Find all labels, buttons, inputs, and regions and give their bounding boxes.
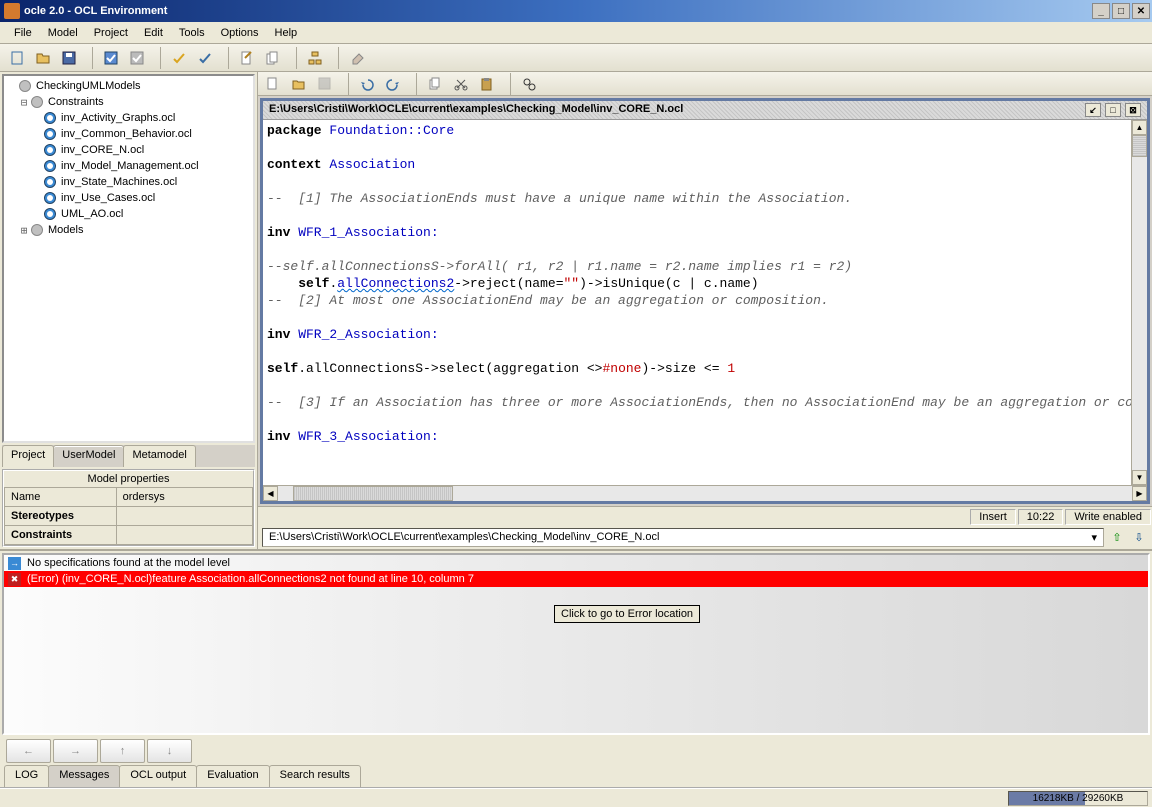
- project-tree[interactable]: CheckingUMLModels ⊟Constraints inv_Activ…: [2, 74, 255, 443]
- nav-down-icon[interactable]: ⇩: [1130, 529, 1148, 547]
- tree-item[interactable]: inv_Use_Cases.ocl: [59, 192, 157, 204]
- menu-file[interactable]: File: [6, 25, 40, 41]
- menu-tools[interactable]: Tools: [171, 25, 213, 41]
- nav-down-icon[interactable]: ↓: [147, 739, 192, 763]
- info-icon: →: [8, 557, 21, 570]
- left-panel: CheckingUMLModels ⊟Constraints inv_Activ…: [0, 72, 258, 549]
- tab-search-results[interactable]: Search results: [269, 765, 361, 787]
- editor-minimize-icon[interactable]: ↙: [1085, 103, 1101, 117]
- prop-key: Name: [5, 488, 117, 507]
- paste-icon[interactable]: [476, 73, 498, 95]
- menu-model[interactable]: Model: [40, 25, 86, 41]
- prop-key: Stereotypes: [5, 507, 117, 526]
- menu-help[interactable]: Help: [267, 25, 306, 41]
- save-file-icon[interactable]: [314, 73, 336, 95]
- app-icon: [4, 3, 20, 19]
- msg-error[interactable]: (Error) (inv_CORE_N.ocl)feature Associat…: [27, 573, 474, 585]
- menu-edit[interactable]: Edit: [136, 25, 171, 41]
- cut-icon[interactable]: [450, 73, 472, 95]
- footer-bar: 16218KB / 29260KB: [0, 787, 1152, 807]
- copy-icon[interactable]: [424, 73, 446, 95]
- validate-blue-icon[interactable]: [194, 47, 216, 69]
- properties-title: Model properties: [4, 471, 253, 487]
- nav-up-icon[interactable]: ⇧: [1108, 529, 1126, 547]
- redo-icon[interactable]: [382, 73, 404, 95]
- nav-back-icon[interactable]: ←: [6, 739, 51, 763]
- edit-doc-icon[interactable]: [236, 47, 258, 69]
- window-titlebar: ocle 2.0 - OCL Environment _ □ ✕: [0, 0, 1152, 22]
- prop-val[interactable]: ordersys: [116, 488, 252, 507]
- status-write: Write enabled: [1065, 509, 1151, 525]
- tree-item[interactable]: inv_Model_Management.ocl: [59, 160, 201, 172]
- editor-close-icon[interactable]: ⊠: [1125, 103, 1141, 117]
- tab-usermodel[interactable]: UserModel: [53, 445, 124, 467]
- error-icon: ✖: [8, 573, 21, 586]
- nav-forward-icon[interactable]: →: [53, 739, 98, 763]
- msg-info[interactable]: No specifications found at the model lev…: [27, 557, 230, 569]
- bottom-panel: → No specifications found at the model l…: [0, 549, 1152, 787]
- check-blue-icon[interactable]: [100, 47, 122, 69]
- tree-item[interactable]: inv_Common_Behavior.ocl: [59, 128, 194, 140]
- right-panel: E:\Users\Cristi\Work\OCLE\current\exampl…: [258, 72, 1152, 549]
- editor-vscroll[interactable]: ▲ ▼: [1131, 120, 1147, 485]
- new-icon[interactable]: [6, 47, 28, 69]
- save-icon[interactable]: [58, 47, 80, 69]
- editor-frame: E:\Users\Cristi\Work\OCLE\current\exampl…: [260, 98, 1150, 504]
- nav-up-icon[interactable]: ↑: [100, 739, 145, 763]
- eraser-icon[interactable]: [346, 47, 368, 69]
- status-pos: 10:22: [1018, 509, 1064, 525]
- minimize-button[interactable]: _: [1092, 3, 1110, 19]
- undo-icon[interactable]: [356, 73, 378, 95]
- error-tooltip: Click to go to Error location: [554, 605, 700, 623]
- tree-item[interactable]: inv_Activity_Graphs.ocl: [59, 112, 177, 124]
- editor-status: Insert 10:22 Write enabled: [258, 506, 1152, 526]
- prop-key: Constraints: [5, 526, 117, 545]
- tree-item[interactable]: inv_CORE_N.ocl: [59, 144, 146, 156]
- tab-ocl-output[interactable]: OCL output: [119, 765, 197, 787]
- menubar: File Model Project Edit Tools Options He…: [0, 22, 1152, 44]
- tree-item[interactable]: inv_State_Machines.ocl: [59, 176, 179, 188]
- open-icon[interactable]: [32, 47, 54, 69]
- editor-maximize-icon[interactable]: □: [1105, 103, 1121, 117]
- maximize-button[interactable]: □: [1112, 3, 1130, 19]
- editor-file-path: E:\Users\Cristi\Work\OCLE\current\exampl…: [269, 103, 683, 117]
- code-editor[interactable]: package Foundation::Core context Associa…: [263, 120, 1147, 485]
- messages-pane[interactable]: → No specifications found at the model l…: [2, 553, 1150, 735]
- tree-models[interactable]: Models: [46, 224, 85, 236]
- validate-yellow-icon[interactable]: [168, 47, 190, 69]
- check-gray-icon[interactable]: [126, 47, 148, 69]
- multi-doc-icon[interactable]: [262, 47, 284, 69]
- main-toolbar: [0, 44, 1152, 72]
- tab-metamodel[interactable]: Metamodel: [123, 445, 195, 467]
- tree-constraints[interactable]: Constraints: [46, 96, 106, 108]
- new-file-icon[interactable]: [262, 73, 284, 95]
- tab-log[interactable]: LOG: [4, 765, 49, 787]
- path-field[interactable]: E:\Users\Cristi\Work\OCLE\current\exampl…: [262, 528, 1104, 547]
- dropdown-icon[interactable]: ▾: [1091, 531, 1097, 544]
- memory-indicator: 16218KB / 29260KB: [1008, 791, 1148, 806]
- prop-val[interactable]: [116, 526, 252, 545]
- prop-val[interactable]: [116, 507, 252, 526]
- open-file-icon[interactable]: [288, 73, 310, 95]
- properties-box: Model properties Nameordersys Stereotype…: [2, 469, 255, 547]
- editor-hscroll[interactable]: ◀ ▶: [263, 485, 1147, 501]
- tab-project[interactable]: Project: [2, 445, 54, 467]
- editor-toolbar: [258, 72, 1152, 96]
- find-icon[interactable]: [518, 73, 540, 95]
- menu-options[interactable]: Options: [213, 25, 267, 41]
- close-button[interactable]: ✕: [1132, 3, 1150, 19]
- tree-root[interactable]: CheckingUMLModels: [34, 80, 143, 92]
- status-mode: Insert: [970, 509, 1016, 525]
- tree-item[interactable]: UML_AO.ocl: [59, 208, 125, 220]
- window-title: ocle 2.0 - OCL Environment: [24, 5, 167, 17]
- tab-evaluation[interactable]: Evaluation: [196, 765, 269, 787]
- tab-messages[interactable]: Messages: [48, 765, 120, 787]
- menu-project[interactable]: Project: [86, 25, 136, 41]
- diagram-icon[interactable]: [304, 47, 326, 69]
